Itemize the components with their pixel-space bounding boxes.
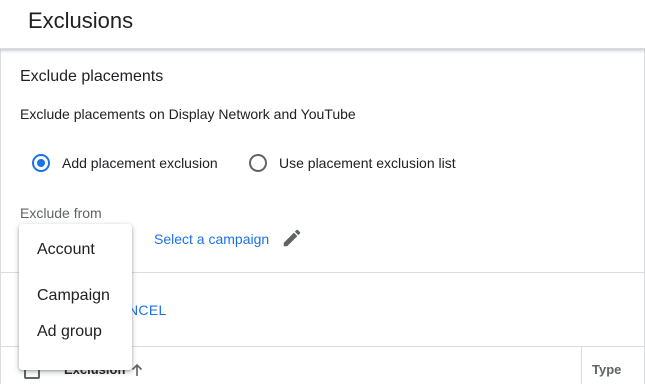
radio-selected-icon[interactable]	[32, 154, 50, 172]
radio-label: Add placement exclusion	[62, 155, 218, 171]
page-header: Exclusions	[0, 0, 645, 49]
cancel-button[interactable]: NCEL	[128, 302, 167, 318]
select-campaign-link[interactable]: Select a campaign	[154, 231, 269, 247]
exclude-from-dropdown-menu: Account Campaign Ad group	[19, 224, 132, 370]
exclude-from-label: Exclude from	[20, 205, 102, 221]
column-separator	[581, 347, 582, 384]
dropdown-option-campaign[interactable]: Campaign	[19, 274, 132, 310]
radio-unselected-icon[interactable]	[249, 154, 267, 172]
radio-label: Use placement exclusion list	[279, 155, 456, 171]
section-title: Exclude placements	[20, 68, 164, 85]
dropdown-option-ad-group[interactable]: Ad group	[19, 310, 132, 346]
pencil-icon[interactable]	[281, 227, 303, 249]
section-description: Exclude placements on Display Network an…	[20, 106, 356, 122]
dropdown-option-account[interactable]: Account	[19, 228, 132, 274]
radio-use-exclusion-list[interactable]: Use placement exclusion list	[249, 151, 456, 175]
page-title: Exclusions	[28, 8, 134, 33]
arrow-up-icon[interactable]	[130, 362, 144, 378]
radio-add-placement-exclusion[interactable]: Add placement exclusion	[32, 151, 218, 175]
column-header-type[interactable]: Type	[592, 362, 621, 377]
